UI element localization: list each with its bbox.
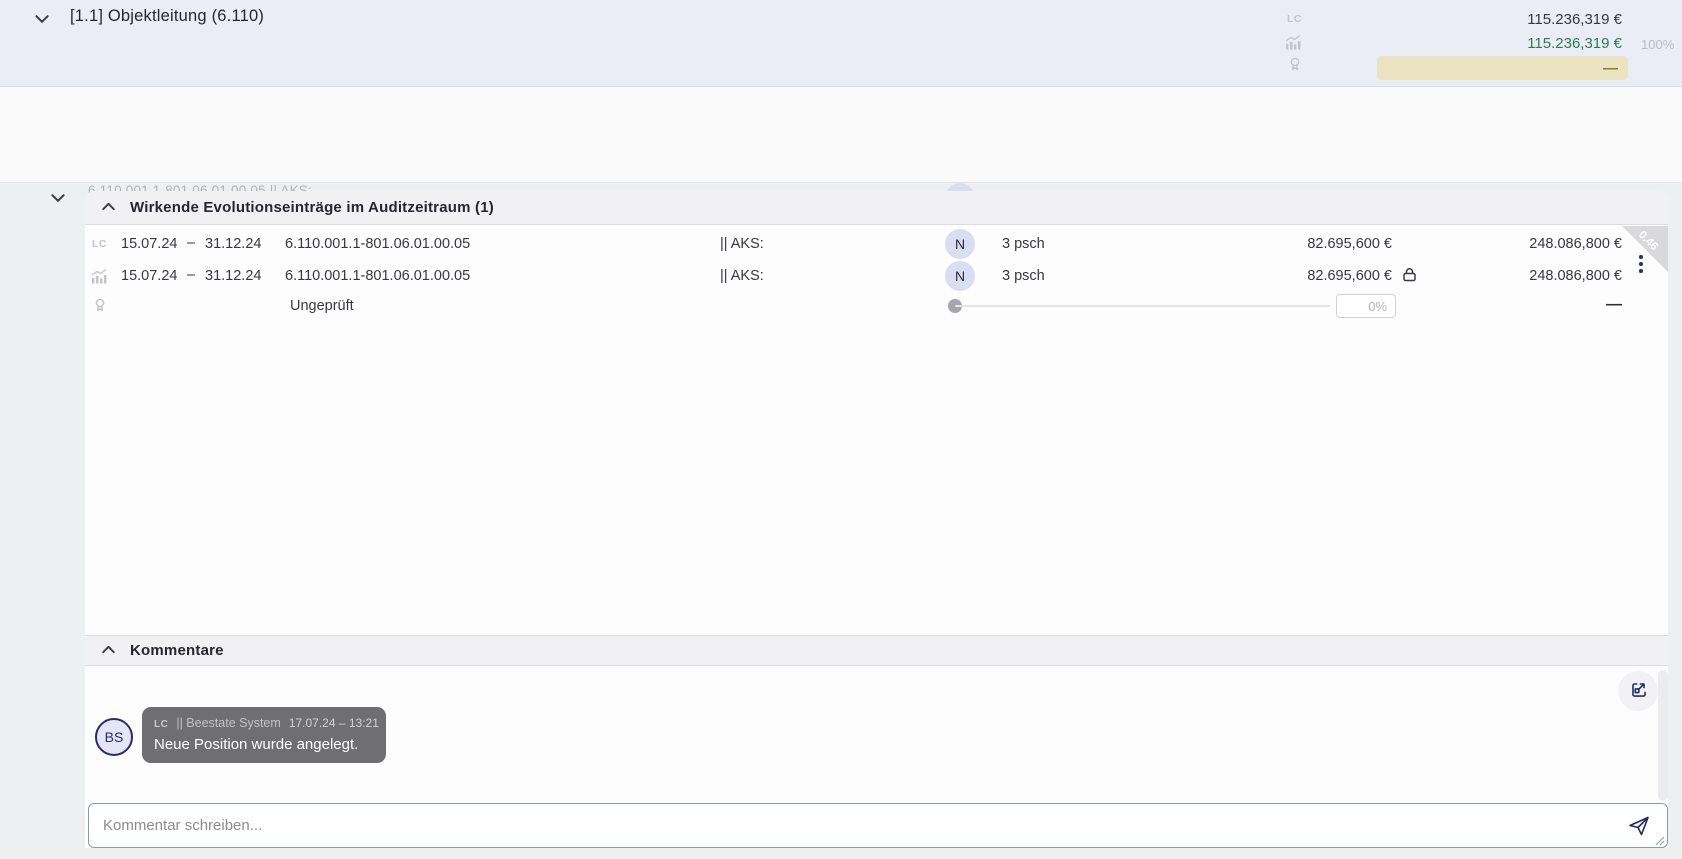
group-header: [1.1] Objektleitung (6.110) LC 115.236,3… [0, 0, 1682, 87]
comment-header: LC || Beestate System 17.07.24 – 13:21 [154, 716, 379, 730]
comments-scrollbar[interactable] [1658, 670, 1668, 801]
comment-timestamp: 17.07.24 – 13:21 [288, 716, 379, 730]
lc-label: LC [92, 238, 107, 250]
comment-author: || Beestate System [176, 716, 281, 730]
evolution-aks: || AKS: [720, 268, 764, 284]
evolution-unit-total: 82.695,600 € [1307, 236, 1392, 252]
evolution-unit-total: 82.695,600 € [1307, 268, 1392, 284]
comment-tag: LC [154, 719, 169, 730]
evolution-audit-percent-input[interactable] [1336, 294, 1396, 318]
group-audit-total: — [1603, 59, 1618, 77]
lock-icon [1401, 266, 1418, 288]
send-comment-button[interactable] [1625, 813, 1653, 841]
comments-section-header: Kommentare [85, 635, 1668, 666]
chevron-down-icon [33, 10, 51, 31]
evolution-audit-total: — [1606, 296, 1622, 313]
audit-award-icon [92, 296, 108, 321]
position-collapse-button[interactable] [46, 187, 70, 211]
position-header: 6.110.001.1-801.06.01.00.05 || AKS: — [1… [0, 87, 1682, 268]
evolution-date-from: 15.07.24 [121, 236, 178, 252]
evolution-audit-status: Ungeprüft [290, 298, 354, 314]
evolution-date-separator: – [187, 235, 196, 251]
status-badge-n: N [945, 261, 975, 291]
comments-collapse-button[interactable] [97, 640, 119, 662]
progress-slider-track[interactable] [955, 305, 1330, 307]
comment-input[interactable] [89, 804, 1667, 847]
chevron-down-icon [49, 189, 67, 210]
page: [1.1] Objektleitung (6.110) LC 115.236,3… [0, 0, 1682, 859]
evolution-section-header: Wirkende Evolutionseinträge im Auditzeit… [85, 191, 1668, 225]
group-forecast-total: 115.236,319 € [1527, 35, 1622, 52]
evolution-date-from: 15.07.24 [121, 268, 178, 284]
chevron-up-icon [100, 198, 117, 218]
evolution-total: 248.086,800 € [1529, 268, 1622, 284]
evolution-aks: || AKS: [720, 236, 764, 252]
group-title: [1.1] Objektleitung (6.110) [70, 7, 265, 25]
evolution-collapse-button[interactable] [97, 197, 119, 219]
evolution-code: 6.110.001.1-801.06.01.00.05 [285, 268, 471, 284]
comments-section-title: Kommentare [130, 642, 224, 659]
evolution-qty: 3 psch [1002, 268, 1045, 284]
evolution-code: 6.110.001.1-801.06.01.00.05 [285, 236, 471, 252]
evolution-audit-percent-wrap [1336, 294, 1396, 318]
chevron-up-icon [100, 641, 117, 661]
send-icon [1627, 814, 1651, 841]
status-badge-n: N [945, 229, 975, 259]
avatar: BS [95, 718, 133, 756]
evolution-qty: 3 psch [1002, 236, 1045, 252]
comments-expand-button[interactable] [1618, 671, 1658, 711]
evolution-date-to: 31.12.24 [205, 268, 262, 284]
evolution-menu-button[interactable] [1630, 248, 1652, 280]
group-lc-total: 115.236,319 € [1527, 11, 1622, 28]
evolution-date-separator: – [187, 267, 196, 283]
evolution-total: 248.086,800 € [1529, 236, 1622, 252]
group-audit-total-field: — [1377, 56, 1628, 80]
comment-message: Neue Position wurde angelegt. [154, 736, 359, 753]
forecast-chart-icon [1284, 34, 1302, 57]
group-forecast-percent: 100% [1641, 37, 1675, 52]
lc-label: LC [1287, 13, 1302, 25]
resize-handle-icon[interactable] [1653, 833, 1665, 846]
forecast-chart-icon [90, 268, 108, 291]
comment-input-box [88, 803, 1668, 848]
open-in-new-icon [1629, 680, 1648, 702]
evolution-date-to: 31.12.24 [205, 236, 262, 252]
evolution-section-title: Wirkende Evolutionseinträge im Auditzeit… [130, 199, 494, 216]
audit-award-icon [1287, 55, 1303, 80]
comment-bubble: LC || Beestate System 17.07.24 – 13:21 N… [142, 707, 386, 763]
group-collapse-button[interactable] [30, 8, 54, 32]
